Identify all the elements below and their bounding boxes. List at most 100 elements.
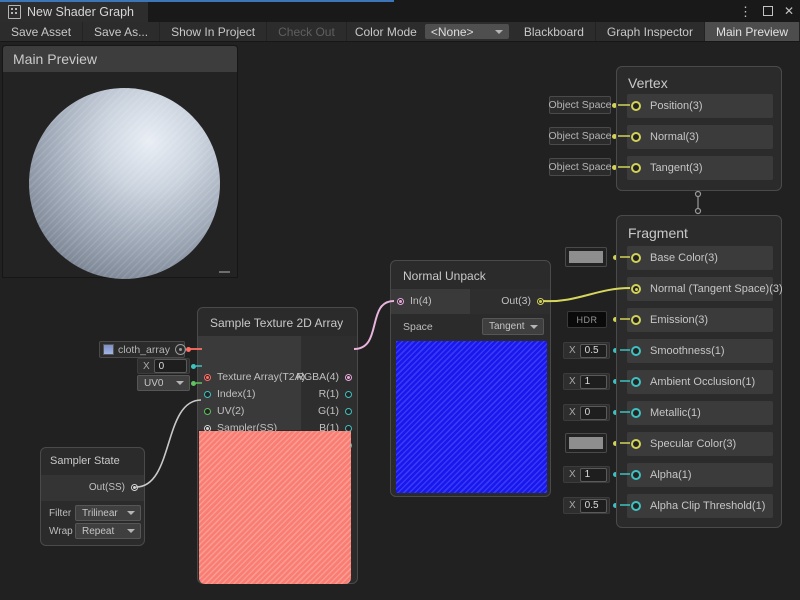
port-base-color-icon[interactable] xyxy=(631,253,641,263)
port-in-icon[interactable] xyxy=(397,298,404,305)
input-index: Index(1) xyxy=(204,388,256,400)
port-texture-array-icon[interactable] xyxy=(204,374,211,381)
float-value[interactable]: 1 xyxy=(580,468,607,482)
save-as-button[interactable]: Save As... xyxy=(83,22,160,41)
node-sampler-state[interactable]: Sampler State Out(SS) Filter Trilinear W… xyxy=(40,447,145,546)
base-color-swatch[interactable] xyxy=(565,247,607,267)
toolbar: Save Asset Save As... Show In Project Ch… xyxy=(0,22,800,42)
main-preview-toggle-button[interactable]: Main Preview xyxy=(705,22,800,41)
main-preview-title: Main Preview xyxy=(13,51,97,67)
float-value[interactable]: 0.5 xyxy=(580,499,607,513)
port-position-icon[interactable] xyxy=(631,101,641,111)
show-in-project-button[interactable]: Show In Project xyxy=(160,22,267,41)
port-specular-color-icon[interactable] xyxy=(631,439,641,449)
port-alpha-clip-icon[interactable] xyxy=(631,501,641,511)
node-fragment[interactable]: Fragment Base Color(3) Normal (Tangent S… xyxy=(616,215,782,528)
binding-pill-position[interactable]: Object Space xyxy=(549,96,611,114)
port-smoothness-icon[interactable] xyxy=(631,346,641,356)
sphere-weave-texture xyxy=(29,88,220,279)
maximize-icon[interactable] xyxy=(763,6,773,16)
float-value[interactable]: 0 xyxy=(580,406,607,420)
port-metallic-icon[interactable] xyxy=(631,408,641,418)
color-mode-value: <None> xyxy=(431,25,474,39)
smoothness-field[interactable]: X 0.5 xyxy=(563,342,610,359)
main-preview-header[interactable]: Main Preview xyxy=(3,46,237,72)
texture-asset-pill[interactable]: cloth_array xyxy=(99,341,185,358)
port-label: Index(1) xyxy=(217,388,256,400)
node-title: Sample Texture 2D Array xyxy=(210,316,343,330)
port-out-ss-icon[interactable] xyxy=(131,484,138,491)
x-prefix: X xyxy=(566,469,580,480)
port-label: Normal(3) xyxy=(650,131,699,143)
uv-channel-dropdown[interactable]: UV0 xyxy=(137,375,190,391)
label-text: Wrap xyxy=(49,526,73,537)
close-icon[interactable]: ✕ xyxy=(784,5,794,17)
binding-pill-tangent[interactable]: Object Space xyxy=(549,158,611,176)
port-emission-icon[interactable] xyxy=(631,315,641,325)
kebab-menu-icon[interactable]: ⋮ xyxy=(739,5,752,18)
port-tangent-icon[interactable] xyxy=(631,163,641,173)
node-normal-unpack[interactable]: Normal Unpack In(4) Out(3) Space Tangent xyxy=(390,260,551,497)
port-out-icon[interactable] xyxy=(537,298,544,305)
blackboard-toggle-button[interactable]: Blackboard xyxy=(513,22,596,41)
port-g-icon[interactable] xyxy=(345,408,352,415)
emission-hdr-swatch[interactable]: HDR xyxy=(567,311,607,328)
port-label: Out(SS) xyxy=(89,482,125,493)
filter-dropdown[interactable]: Trilinear xyxy=(75,505,141,521)
node-preview-normal-map xyxy=(396,341,547,493)
port-label: R(1) xyxy=(319,388,339,400)
float-value[interactable]: 1 xyxy=(580,375,607,389)
fragment-row-normal: Normal (Tangent Space)(3) xyxy=(627,277,773,301)
input-uv: UV(2) xyxy=(204,405,244,417)
node-vertex[interactable]: Vertex Position(3) Normal(3) Tangent(3) xyxy=(616,66,782,191)
port-label: Specular Color(3) xyxy=(650,438,736,450)
object-picker-icon[interactable] xyxy=(175,344,186,355)
port-label: Base Color(3) xyxy=(650,252,718,264)
alpha-field[interactable]: X 1 xyxy=(563,466,610,483)
color-mode-label: Color Mode xyxy=(347,22,425,41)
tab-new-shader-graph[interactable]: New Shader Graph xyxy=(0,2,148,22)
port-r-icon[interactable] xyxy=(345,391,352,398)
port-label: G(1) xyxy=(318,405,339,417)
vertex-row-normal: Normal(3) xyxy=(627,125,773,149)
fragment-row-ambient-occlusion: Ambient Occlusion(1) xyxy=(627,370,773,394)
alpha-clip-field[interactable]: X 0.5 xyxy=(563,497,610,514)
specular-color-swatch[interactable] xyxy=(565,433,607,453)
port-alpha-icon[interactable] xyxy=(631,470,641,480)
metallic-field[interactable]: X 0 xyxy=(563,404,610,421)
chevron-down-icon xyxy=(176,381,184,385)
binding-pill-normal[interactable]: Object Space xyxy=(549,127,611,145)
check-out-button: Check Out xyxy=(267,22,347,41)
output-g: G(1) xyxy=(318,405,352,417)
index-field[interactable]: X 0 xyxy=(137,358,190,374)
ambient-occlusion-field[interactable]: X 1 xyxy=(563,373,610,390)
port-label: Out(3) xyxy=(501,295,531,307)
node-sample-texture-2d-array[interactable]: Sample Texture 2D Array Texture Array(T2… xyxy=(197,307,358,584)
color-swatch-fill xyxy=(569,251,603,264)
graph-inspector-toggle-button[interactable]: Graph Inspector xyxy=(596,22,705,41)
fragment-row-alpha-clip: Alpha Clip Threshold(1) xyxy=(627,494,773,518)
port-rgba-icon[interactable] xyxy=(345,374,352,381)
port-index-icon[interactable] xyxy=(204,391,211,398)
save-asset-button[interactable]: Save Asset xyxy=(0,22,83,41)
float-value[interactable]: 0.5 xyxy=(580,344,607,358)
port-label: In(4) xyxy=(410,295,432,307)
port-ambient-occlusion-icon[interactable] xyxy=(631,377,641,387)
port-normal-tangent-icon[interactable] xyxy=(631,284,641,294)
port-uv-icon[interactable] xyxy=(204,408,211,415)
port-normal-icon[interactable] xyxy=(631,132,641,142)
title-bar: New Shader Graph ⋮ ✕ xyxy=(0,0,800,22)
fragment-row-metallic: Metallic(1) xyxy=(627,401,773,425)
x-prefix: X xyxy=(566,376,580,387)
output-rgba: RGBA(4) xyxy=(296,371,352,383)
label-text: Filter xyxy=(49,508,71,519)
port-label: RGBA(4) xyxy=(296,371,339,383)
color-mode-dropdown[interactable]: <None> xyxy=(425,24,509,39)
hdr-label: HDR xyxy=(577,315,598,325)
float-value[interactable]: 0 xyxy=(154,359,187,373)
space-dropdown[interactable]: Tangent xyxy=(482,318,544,335)
wrap-dropdown[interactable]: Repeat xyxy=(75,523,141,539)
vertex-row-tangent: Tangent(3) xyxy=(627,156,773,180)
port-label: Metallic(1) xyxy=(650,407,701,419)
panel-resize-handle[interactable] xyxy=(219,271,230,273)
